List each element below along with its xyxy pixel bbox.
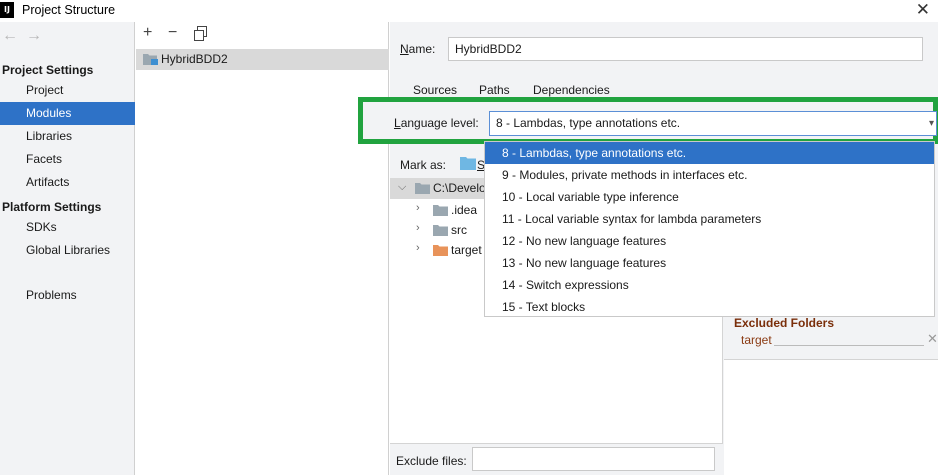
dropdown-option[interactable]: 9 - Modules, private methods in interfac… [485, 164, 934, 186]
name-label: Name: [400, 42, 436, 56]
app-logo-icon: IJ [0, 2, 14, 18]
sidebar-item-libraries[interactable]: Libraries [0, 125, 135, 148]
sidebar-item-facets[interactable]: Facets [0, 148, 135, 171]
module-list-item[interactable]: HybridBDD2 [136, 49, 389, 70]
exclude-files-input[interactable] [472, 447, 715, 471]
excluded-folder-item: target [741, 333, 772, 347]
sidebar-item-artifacts[interactable]: Artifacts [0, 171, 135, 194]
remove-excluded-icon[interactable]: ✕ [927, 331, 938, 347]
excluded-folder-icon [433, 245, 448, 256]
dropdown-option[interactable]: 11 - Local variable syntax for lambda pa… [485, 208, 934, 230]
module-name: HybridBDD2 [161, 52, 228, 66]
chevron-right-icon[interactable]: › [416, 202, 420, 214]
project-settings-heading: Project Settings [2, 63, 94, 77]
sidebar-item-problems[interactable]: Problems [0, 284, 135, 307]
tree-item-label: .idea [451, 203, 478, 217]
content-root-path: C:\Develo [433, 181, 486, 195]
dropdown-option[interactable]: 8 - Lambdas, type annotations etc. [485, 142, 934, 164]
close-icon[interactable]: ✕ [916, 0, 930, 20]
tab-sources[interactable]: Sources [413, 83, 457, 97]
platform-settings-heading: Platform Settings [2, 200, 102, 214]
exclude-files-row: Exclude files: [390, 443, 723, 475]
forward-arrow-icon[interactable]: → [26, 27, 42, 45]
back-arrow-icon[interactable]: ← [2, 27, 18, 45]
chevron-down-icon[interactable]: ⌵ [398, 181, 406, 194]
tab-dependencies[interactable]: Dependencies [533, 83, 610, 97]
dropdown-option[interactable]: 15 - Text blocks [485, 296, 934, 318]
language-level-dropdown: 8 - Lambdas, type annotations etc. 9 - M… [484, 141, 935, 317]
settings-sidebar: ← → Project Settings Project Modules Lib… [0, 22, 135, 475]
divider [774, 345, 924, 346]
remove-module-button[interactable]: − [168, 24, 177, 42]
folder-icon [433, 205, 448, 216]
root-details-blank [724, 360, 938, 475]
add-module-button[interactable]: + [143, 24, 152, 42]
excluded-folders-title: Excluded Folders [734, 316, 835, 330]
chevron-right-icon[interactable]: › [416, 222, 420, 234]
exclude-files-label: Exclude files: [396, 454, 467, 468]
window-title: Project Structure [22, 3, 116, 17]
tab-paths[interactable]: Paths [479, 83, 510, 97]
chevron-right-icon[interactable]: › [416, 242, 420, 254]
dropdown-option[interactable]: 14 - Switch expressions [485, 274, 934, 296]
copy-icon[interactable] [194, 26, 208, 46]
folder-icon [433, 225, 448, 236]
modules-panel: + − HybridBDD2 [136, 22, 389, 475]
sidebar-item-project[interactable]: Project [0, 79, 135, 102]
sidebar-item-sdks[interactable]: SDKs [0, 216, 135, 239]
mark-as-label: Mark as: [400, 158, 447, 172]
sidebar-item-global-libraries[interactable]: Global Libraries [0, 239, 135, 262]
chevron-down-icon[interactable]: ▾ [929, 112, 934, 135]
dropdown-option[interactable]: 13 - No new language features [485, 252, 934, 274]
modules-toolbar: + − [136, 22, 389, 47]
module-folder-icon [143, 54, 158, 65]
language-level-highlight: Language level: 8 - Lambdas, type annota… [358, 97, 938, 144]
module-name-input[interactable]: HybridBDD2 [448, 37, 923, 61]
nav-arrows: ← → [0, 27, 135, 49]
folder-icon [415, 183, 430, 194]
language-level-value: 8 - Lambdas, type annotations etc. [496, 116, 681, 130]
title-bar: IJ Project Structure ✕ [0, 0, 938, 22]
tree-item-label: src [451, 223, 467, 237]
tree-item-label: target [451, 243, 482, 257]
dropdown-option[interactable]: 12 - No new language features [485, 230, 934, 252]
language-level-label: Language level: [394, 116, 479, 130]
sidebar-item-modules[interactable]: Modules [0, 102, 135, 125]
sources-folder-icon[interactable] [460, 156, 476, 170]
language-level-select[interactable]: 8 - Lambdas, type annotations etc. ▾ [489, 111, 937, 136]
dropdown-option[interactable]: 10 - Local variable type inference [485, 186, 934, 208]
